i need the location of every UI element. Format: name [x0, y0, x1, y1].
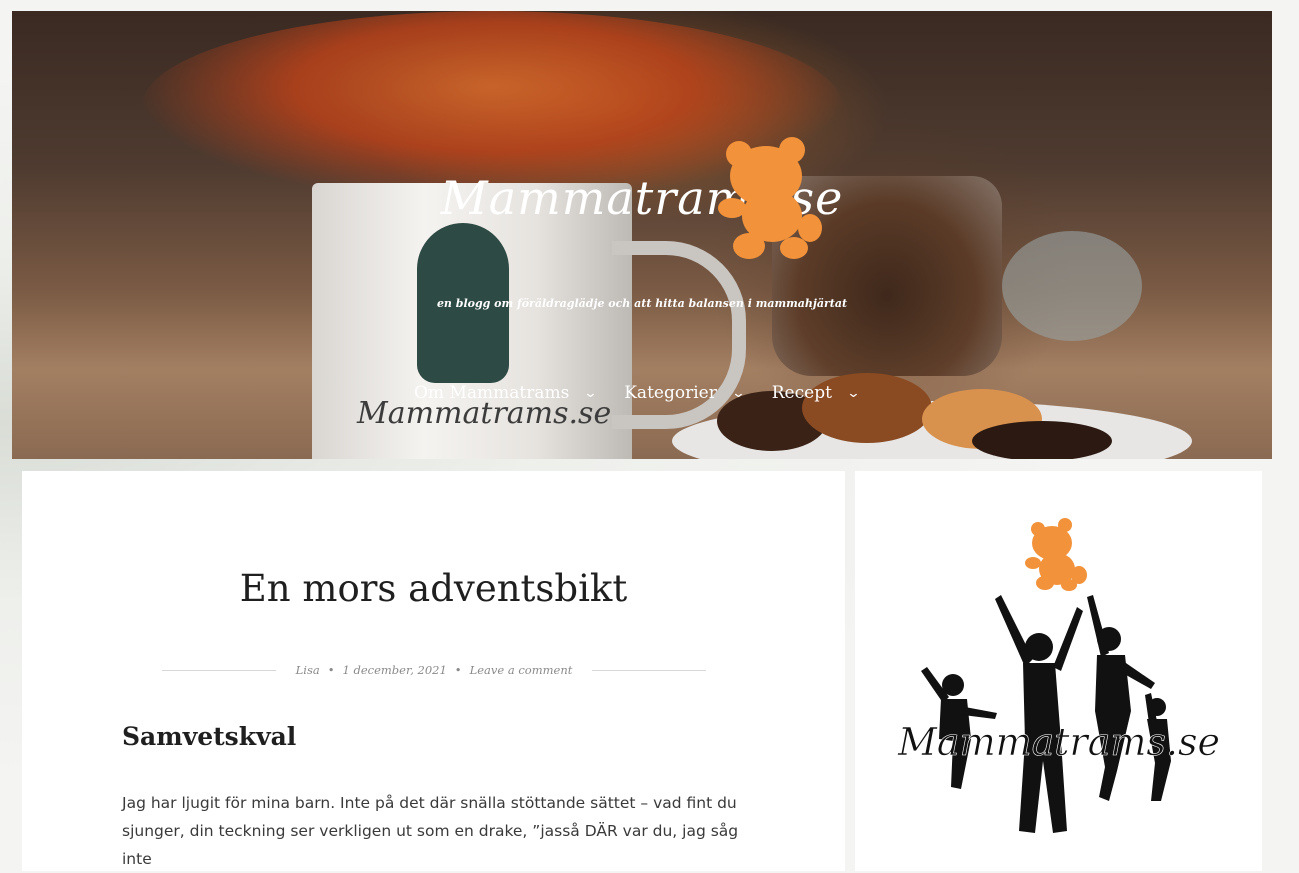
jumping-family-silhouette: [921, 595, 1171, 833]
post-date[interactable]: 1 december, 2021: [343, 663, 447, 677]
mammatrams-logo[interactable]: Mammatrams.se: [855, 471, 1262, 847]
post-subheading: Samvetskval: [122, 722, 297, 751]
site-title[interactable]: Mammatrams.se: [12, 171, 1272, 225]
sidebar: Mammatrams.se: [855, 471, 1262, 871]
leave-comment-link[interactable]: Leave a comment: [470, 663, 573, 677]
post-author[interactable]: Lisa: [296, 663, 320, 677]
chevron-down-icon[interactable]: ⌄: [846, 386, 860, 401]
meta-separator: •: [327, 663, 335, 677]
post-title[interactable]: En mors adventsbikt: [22, 567, 845, 610]
jar-lid-image: [1002, 231, 1142, 341]
post-meta: Lisa • 1 december, 2021 • Leave a commen…: [162, 663, 707, 677]
cookie-image: [972, 421, 1112, 459]
main-navigation: Om Mammatrams ⌄ Kategorier ⌄ Recept ⌄: [414, 383, 861, 403]
site-tagline: en blogg om föräldraglädje och att hitta…: [436, 297, 848, 310]
nav-item-label: Kategorier: [624, 383, 717, 403]
divider: [592, 669, 707, 671]
post-content: En mors adventsbikt Lisa • 1 december, 2…: [22, 471, 845, 871]
chevron-down-icon[interactable]: ⌄: [731, 386, 745, 401]
teddy-bear-icon: [718, 137, 822, 259]
nav-item-label: Om Mammatrams: [414, 383, 570, 403]
site-header: Mammatrams.se Mammatrams.se en blogg om …: [12, 11, 1272, 459]
chevron-down-icon[interactable]: ⌄: [584, 386, 598, 401]
meta-separator: •: [454, 663, 462, 677]
nav-item-recept[interactable]: Recept ⌄: [771, 383, 861, 403]
nav-item-om-mammatrams[interactable]: Om Mammatrams ⌄: [414, 383, 598, 403]
divider: [162, 669, 276, 671]
nav-item-label: Recept: [771, 383, 832, 403]
nav-item-kategorier[interactable]: Kategorier ⌄: [624, 383, 745, 403]
teddy-bear-icon: [1025, 518, 1087, 591]
post-paragraph: Jag har ljugit för mina barn. Inte på de…: [122, 794, 739, 868]
sidebar-logo-text: Mammatrams.se: [897, 720, 1220, 764]
